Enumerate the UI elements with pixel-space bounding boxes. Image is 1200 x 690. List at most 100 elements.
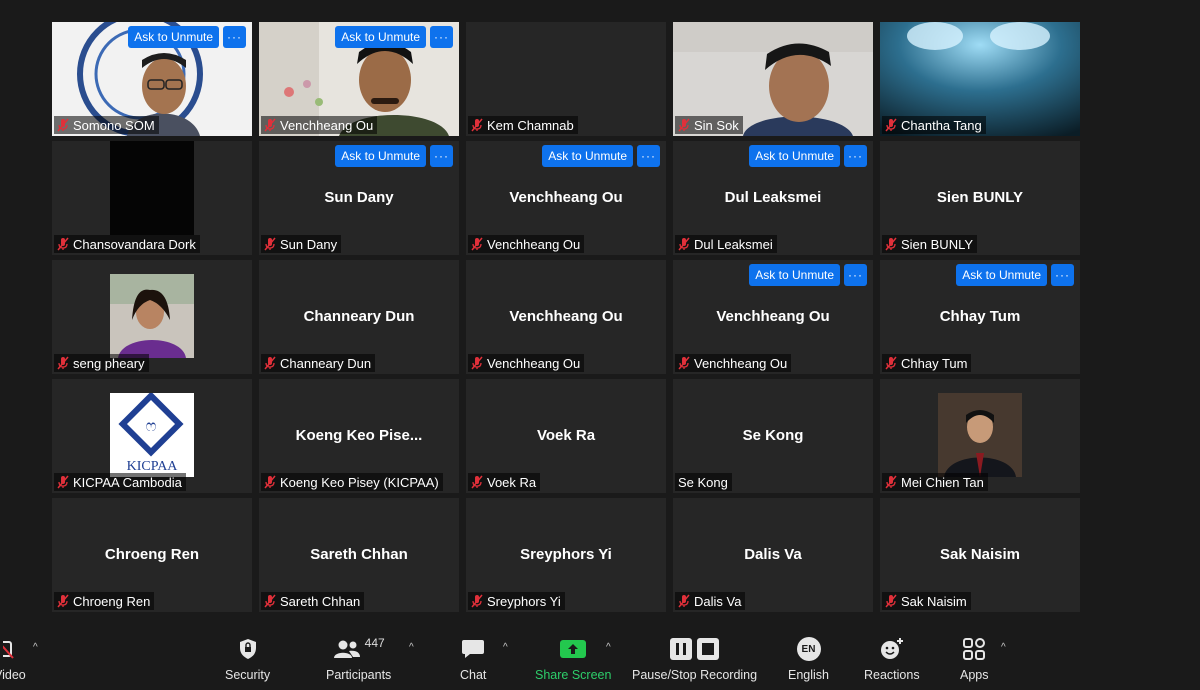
participant-tile[interactable]: Chansovandara Dork <box>52 141 252 255</box>
participant-tile[interactable]: Channeary Dun Channeary Dun <box>259 260 459 374</box>
participant-tile[interactable]: Sun Dany Ask to Unmute ··· Sun Dany <box>259 141 459 255</box>
video-options-caret-icon[interactable]: ^ <box>33 642 38 653</box>
reactions-button[interactable]: Reactions <box>864 636 920 682</box>
ask-to-unmute-button[interactable]: Ask to Unmute <box>749 145 840 167</box>
participants-label: Participants <box>326 668 392 682</box>
participant-display-name: Sak Naisim <box>939 546 1021 563</box>
mic-muted-icon <box>471 594 483 608</box>
mic-muted-icon <box>885 237 897 251</box>
participant-name-tag: Chhay Tum <box>882 354 972 372</box>
participant-tile[interactable]: Dalis Va Dalis Va <box>673 498 873 612</box>
participant-tile[interactable]: Sien BUNLY Sien BUNLY <box>880 141 1080 255</box>
participant-name: Chansovandara Dork <box>73 236 196 252</box>
participant-tile[interactable]: Kem Chamnab <box>466 22 666 136</box>
stop-video-button[interactable]: Video <box>0 636 26 682</box>
participant-name-tag: Chantha Tang <box>882 116 986 134</box>
participant-tile[interactable]: Mei Chien Tan <box>880 379 1080 493</box>
mic-muted-icon <box>264 237 276 251</box>
mic-muted-icon <box>471 237 483 251</box>
participant-tile[interactable]: Ask to Unmute ··· Somono SOM <box>52 22 252 136</box>
participant-tile[interactable]: Venchheang Ou Venchheang Ou <box>466 260 666 374</box>
ask-to-unmute-button[interactable]: Ask to Unmute <box>542 145 633 167</box>
participant-name-tag: Sun Dany <box>261 235 342 253</box>
participant-display-name: Chroeng Ren <box>104 546 200 563</box>
language-interpretation-button[interactable]: EN English <box>788 636 829 682</box>
participant-tile[interactable]: Sareth Chhan Sareth Chhan <box>259 498 459 612</box>
more-options-button[interactable]: ··· <box>223 26 246 48</box>
mic-muted-icon <box>57 594 69 608</box>
pause-icon[interactable] <box>670 638 693 660</box>
participant-tile[interactable]: Chroeng Ren Chroeng Ren <box>52 498 252 612</box>
kicpaa-logo: ෆ KICPAA <box>110 391 194 477</box>
participant-name: Voek Ra <box>487 474 537 490</box>
chat-caret-icon[interactable]: ^ <box>503 642 508 653</box>
apps-button[interactable]: Apps <box>960 636 989 682</box>
video-label: Video <box>0 668 26 682</box>
participant-name-tag: Kem Chamnab <box>468 116 578 134</box>
participant-name-tag: Sareth Chhan <box>261 592 365 610</box>
apps-caret-icon[interactable]: ^ <box>1001 642 1006 653</box>
participants-caret-icon[interactable]: ^ <box>409 642 414 653</box>
participant-display-name: Dul Leaksmei <box>724 189 822 206</box>
more-options-button[interactable]: ··· <box>430 145 453 167</box>
ask-to-unmute-button[interactable]: Ask to Unmute <box>956 264 1047 286</box>
more-options-button[interactable]: ··· <box>430 26 453 48</box>
share-screen-button[interactable]: Share Screen <box>535 636 611 682</box>
participant-name-tag: Sin Sok <box>675 116 743 134</box>
share-screen-label: Share Screen <box>535 668 612 682</box>
ask-to-unmute-button[interactable]: Ask to Unmute <box>749 264 840 286</box>
participant-name-tag: Dul Leaksmei <box>675 235 777 253</box>
participant-display-name: Venchheang Ou <box>716 308 830 325</box>
recording-label: Pause/Stop Recording <box>632 668 758 682</box>
participant-tile[interactable]: Chantha Tang <box>880 22 1080 136</box>
participant-tile[interactable]: Dul Leaksmei Ask to Unmute ··· Dul Leaksmei <box>673 141 873 255</box>
recording-controls-button[interactable]: Pause/Stop Recording <box>632 636 757 682</box>
participant-name: Mei Chien Tan <box>901 474 984 490</box>
ask-to-unmute-button[interactable]: Ask to Unmute <box>335 26 426 48</box>
participants-button[interactable]: 447 Participants <box>326 636 391 682</box>
participant-name-tag: Sien BUNLY <box>882 235 978 253</box>
participant-tile[interactable]: Sin Sok <box>673 22 873 136</box>
participant-tile[interactable]: seng pheary <box>52 260 252 374</box>
participant-display-name: Se Kong <box>742 427 804 444</box>
participant-name: Sin Sok <box>694 117 739 133</box>
more-options-button[interactable]: ··· <box>844 145 867 167</box>
stop-icon[interactable] <box>697 638 720 660</box>
participant-tile[interactable]: ෆ KICPAA KICPAA Cambodia <box>52 379 252 493</box>
participant-tile[interactable]: Venchheang Ou Ask to Unmute ··· Venchheang … <box>466 141 666 255</box>
participant-tile[interactable]: Ask to Unmute ··· Venchheang Ou <box>259 22 459 136</box>
participant-name: Sun Dany <box>280 236 338 252</box>
mic-muted-icon <box>678 594 690 608</box>
participant-name: Se Kong <box>678 474 728 490</box>
mic-muted-icon <box>471 475 483 489</box>
more-options-button[interactable]: ··· <box>844 264 867 286</box>
participant-tile[interactable]: Se Kong Se Kong <box>673 379 873 493</box>
mic-muted-icon <box>471 118 483 132</box>
share-screen-caret-icon[interactable]: ^ <box>606 642 611 653</box>
participant-name-tag: Sreyphors Yi <box>468 592 565 610</box>
mic-muted-icon <box>264 594 276 608</box>
participant-tile[interactable]: Koeng Keo Pise... Koeng Keo Pisey (KICPAA… <box>259 379 459 493</box>
mic-muted-icon <box>57 356 69 370</box>
participant-tile[interactable]: Chhay Tum Ask to Unmute ··· Chhay Tum <box>880 260 1080 374</box>
more-options-button[interactable]: ··· <box>1051 264 1074 286</box>
participant-name: Venchheang Ou <box>694 355 788 371</box>
participant-name-tag: seng pheary <box>54 354 149 372</box>
security-button[interactable]: Security <box>225 636 270 682</box>
participant-count: 447 <box>364 636 385 650</box>
more-options-button[interactable]: ··· <box>637 145 660 167</box>
participant-tile[interactable]: Venchheang Ou Ask to Unmute ··· Venchheang … <box>673 260 873 374</box>
participant-display-name: Sien BUNLY <box>936 189 1024 206</box>
ask-to-unmute-button[interactable]: Ask to Unmute <box>335 145 426 167</box>
participants-icon-wrap: 447 <box>333 636 385 662</box>
participant-name: Sreyphors Yi <box>487 593 561 609</box>
participant-tile[interactable]: Sak Naisim Sak Naisim <box>880 498 1080 612</box>
participant-tile[interactable]: Voek Ra Voek Ra <box>466 379 666 493</box>
participant-name-tag: Dalis Va <box>675 592 746 610</box>
mic-muted-icon <box>264 475 276 489</box>
chat-button[interactable]: Chat <box>460 636 486 682</box>
ask-to-unmute-button[interactable]: Ask to Unmute <box>128 26 219 48</box>
participant-tile[interactable]: Sreyphors Yi Sreyphors Yi <box>466 498 666 612</box>
participant-name-tag: Venchheang Ou <box>261 116 378 134</box>
mic-muted-icon <box>885 118 897 132</box>
